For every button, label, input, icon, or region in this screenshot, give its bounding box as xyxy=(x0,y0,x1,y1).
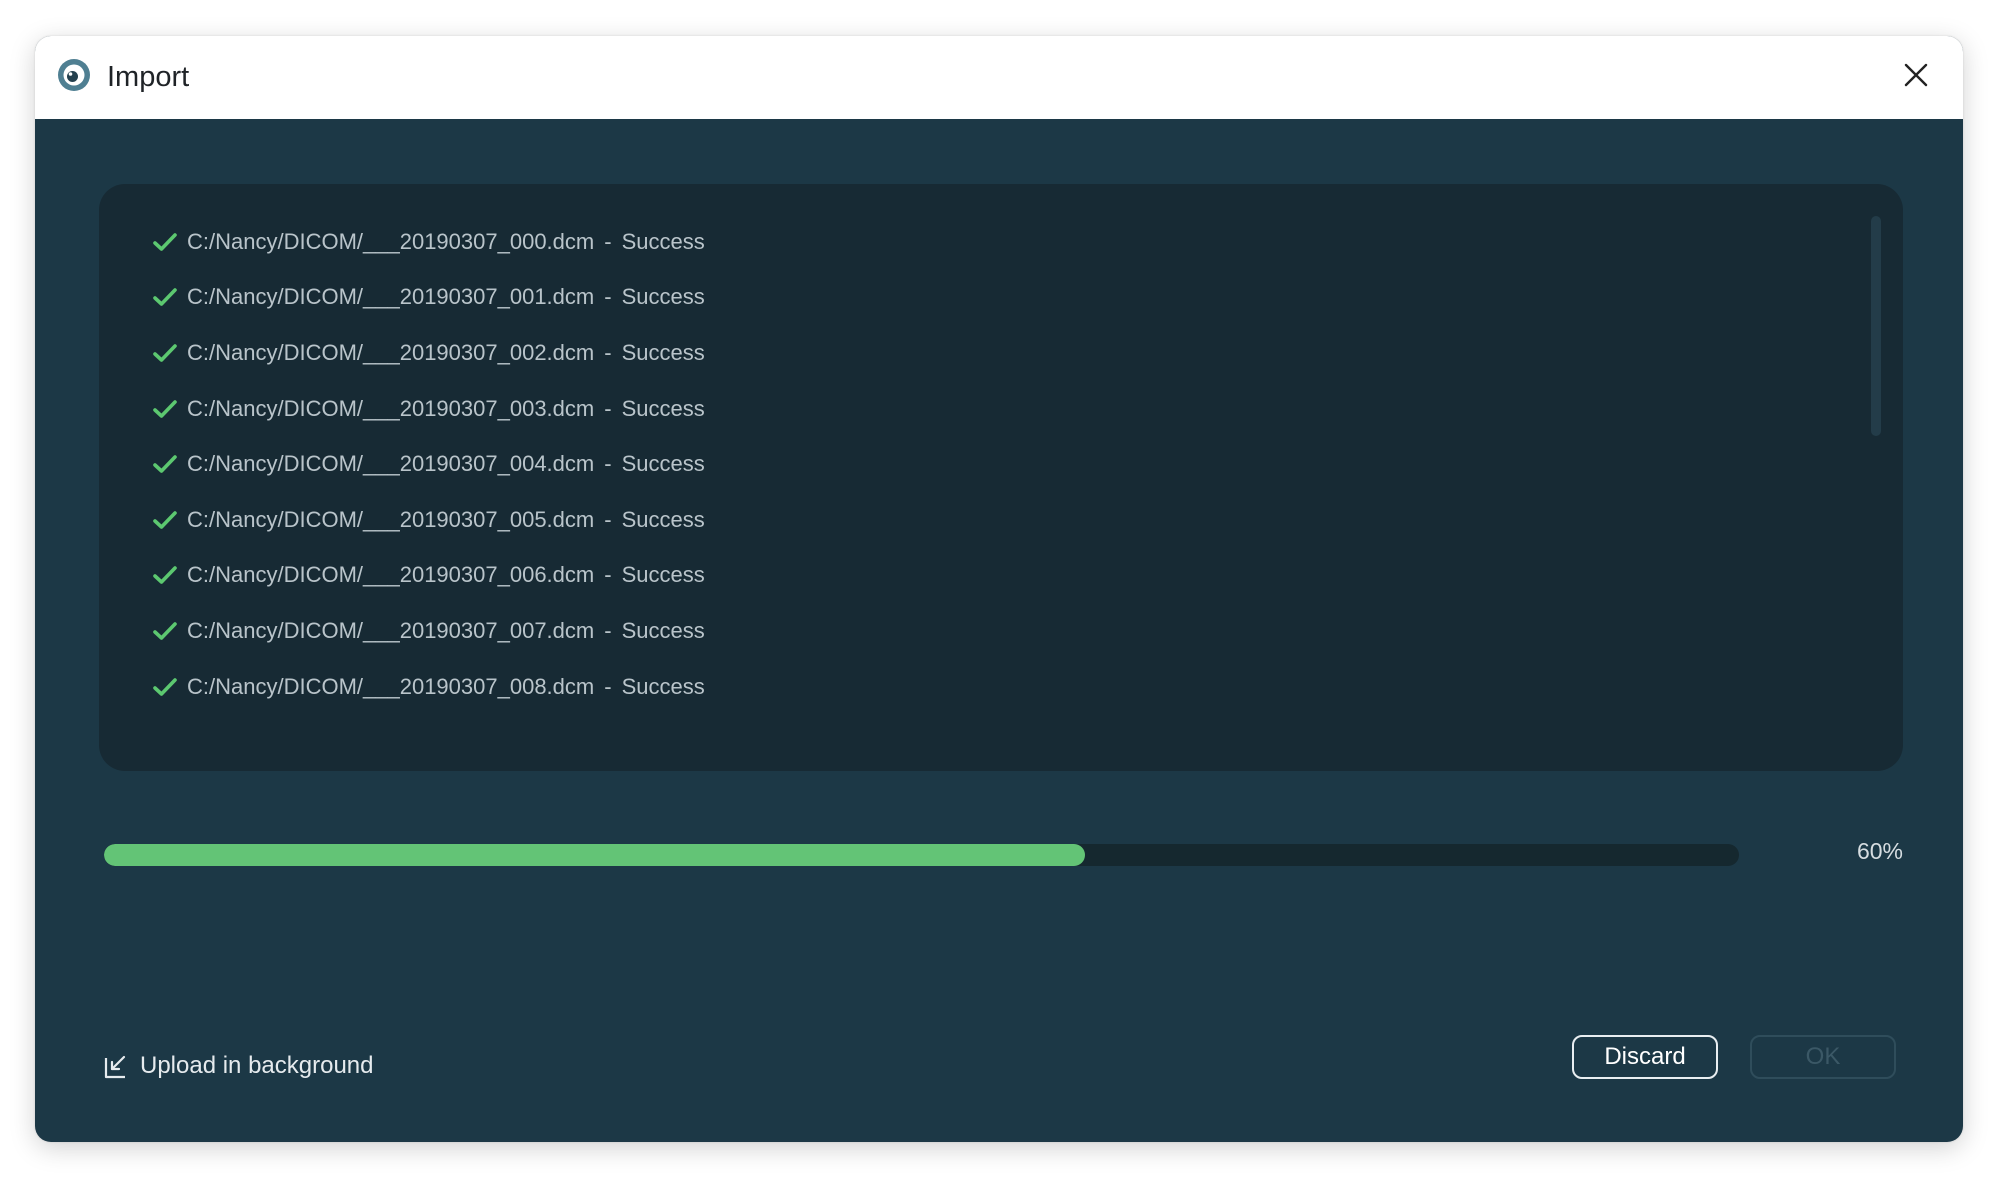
title-bar: Import xyxy=(35,36,1963,119)
log-item-status: Success xyxy=(621,451,705,477)
log-item-separator: - xyxy=(604,673,612,699)
log-item: C:/Nancy/DICOM/___20190307_005.dcm - Succe… xyxy=(153,492,705,548)
log-item-path: C:/Nancy/DICOM/___20190307_007.dcm xyxy=(187,617,595,643)
import-log-list: C:/Nancy/DICOM/___20190307_000.dcm - Succe… xyxy=(153,214,705,714)
log-item-separator: - xyxy=(604,562,612,588)
log-item-separator: - xyxy=(604,617,612,643)
progress-fill xyxy=(104,844,1085,866)
log-item-status: Success xyxy=(621,673,705,699)
import-log-panel: C:/Nancy/DICOM/___20190307_000.dcm - Succe… xyxy=(99,184,1903,771)
app-logo-icon xyxy=(57,58,91,92)
close-button[interactable] xyxy=(1895,56,1937,98)
log-item-status: Success xyxy=(621,284,705,310)
checkmark-icon xyxy=(153,399,177,419)
log-scrollbar[interactable] xyxy=(1871,216,1881,616)
upload-in-background-label: Upload in background xyxy=(140,1052,374,1079)
checkmark-icon xyxy=(153,621,177,641)
log-item-path: C:/Nancy/DICOM/___20190307_003.dcm xyxy=(187,395,595,421)
log-item: C:/Nancy/DICOM/___20190307_008.dcm - Succe… xyxy=(153,659,705,715)
scrollbar-thumb[interactable] xyxy=(1871,216,1881,436)
upload-in-background-button[interactable]: Upload in background xyxy=(103,1044,374,1088)
checkmark-icon xyxy=(153,343,177,363)
log-item-path: C:/Nancy/DICOM/___20190307_004.dcm xyxy=(187,451,595,477)
discard-button[interactable]: Discard xyxy=(1572,1035,1718,1079)
log-item: C:/Nancy/DICOM/___20190307_004.dcm - Succe… xyxy=(153,436,705,492)
import-dialog: Import C:/Nancy/DICOM/___20190307_000.dc… xyxy=(35,36,1963,1142)
log-item-separator: - xyxy=(604,451,612,477)
log-item-separator: - xyxy=(604,339,612,365)
log-item-path: C:/Nancy/DICOM/___20190307_000.dcm xyxy=(187,228,595,254)
log-item-status: Success xyxy=(621,506,705,532)
progress-bar xyxy=(104,844,1739,866)
log-item-path: C:/Nancy/DICOM/___20190307_002.dcm xyxy=(187,339,595,365)
log-item: C:/Nancy/DICOM/___20190307_007.dcm - Succe… xyxy=(153,603,705,659)
log-item: C:/Nancy/DICOM/___20190307_006.dcm - Succe… xyxy=(153,548,705,604)
log-item-separator: - xyxy=(604,228,612,254)
log-item-status: Success xyxy=(621,395,705,421)
checkmark-icon xyxy=(153,510,177,530)
log-item-status: Success xyxy=(621,339,705,365)
ok-button[interactable]: OK xyxy=(1750,1035,1896,1079)
log-item-status: Success xyxy=(621,617,705,643)
log-item-separator: - xyxy=(604,395,612,421)
checkmark-icon xyxy=(153,232,177,252)
log-item-path: C:/Nancy/DICOM/___20190307_006.dcm xyxy=(187,562,595,588)
close-icon xyxy=(1904,63,1928,92)
log-item-path: C:/Nancy/DICOM/___20190307_008.dcm xyxy=(187,673,595,699)
log-item: C:/Nancy/DICOM/___20190307_000.dcm - Succe… xyxy=(153,214,705,270)
log-item: C:/Nancy/DICOM/___20190307_002.dcm - Succe… xyxy=(153,325,705,381)
progress-percent: 60% xyxy=(1856,838,1903,864)
log-item-path: C:/Nancy/DICOM/___20190307_005.dcm xyxy=(187,506,595,532)
log-item-separator: - xyxy=(604,506,612,532)
dialog-title: Import xyxy=(107,61,190,93)
log-item-status: Success xyxy=(621,228,705,254)
checkmark-icon xyxy=(153,287,177,307)
log-item-separator: - xyxy=(604,284,612,310)
log-item-status: Success xyxy=(621,562,705,588)
log-item-path: C:/Nancy/DICOM/___20190307_001.dcm xyxy=(187,284,595,310)
checkmark-icon xyxy=(153,454,177,474)
log-item: C:/Nancy/DICOM/___20190307_001.dcm - Succe… xyxy=(153,270,705,326)
log-item: C:/Nancy/DICOM/___20190307_003.dcm - Succe… xyxy=(153,381,705,437)
minimize-to-corner-icon xyxy=(103,1052,131,1080)
checkmark-icon xyxy=(153,565,177,585)
checkmark-icon xyxy=(153,677,177,697)
